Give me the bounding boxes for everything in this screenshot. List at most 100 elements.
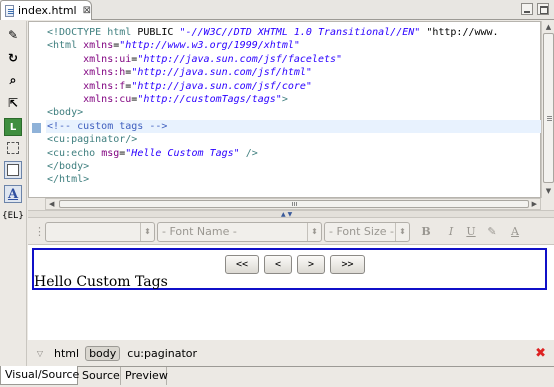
toolbar-handle-icon: ⋮ xyxy=(34,225,45,238)
html-file-icon xyxy=(5,4,14,17)
delete-element-icon[interactable]: ✖ xyxy=(535,346,546,361)
code-line[interactable]: <body> xyxy=(46,106,541,119)
code-line[interactable]: <!DOCTYPE html PUBLIC "-//W3C//DTD XHTML… xyxy=(46,26,541,39)
code-token: "http://java.sun.com/jsf/core" xyxy=(131,80,312,92)
breadcrumb-item-html[interactable]: html xyxy=(54,347,79,360)
chevron-down-icon[interactable]: ⬍ xyxy=(395,223,409,241)
scroll-right-icon[interactable]: ▶ xyxy=(532,200,537,208)
breadcrumb-item-body[interactable]: body xyxy=(85,345,121,361)
source-vertical-scrollbar[interactable]: ▲ ▼ xyxy=(541,21,554,198)
editor-tab-label: index.html xyxy=(17,4,77,17)
font-color-icon[interactable]: A xyxy=(507,224,523,240)
visual-editor[interactable]: << < > >> Hello Custom Tags xyxy=(28,244,554,340)
code-line[interactable]: <cu:paginator/> xyxy=(46,133,541,146)
code-line[interactable]: <html xmlns="http://www.w3.org/1999/xhtm… xyxy=(46,39,541,52)
code-token: xmlns:f xyxy=(83,80,126,92)
code-token: xmlns:h xyxy=(83,67,126,79)
code-line[interactable]: <!-- custom tags --> xyxy=(46,119,541,134)
tab-preview[interactable]: Preview xyxy=(121,367,168,385)
last-page-button[interactable]: >> xyxy=(330,255,365,274)
first-page-button[interactable]: << xyxy=(225,255,259,274)
code-token: <cu:paginator/> xyxy=(47,134,138,146)
code-token: /> xyxy=(239,147,258,159)
code-line[interactable]: <cu:echo msg="Helle Custom Tags" /> xyxy=(46,147,541,160)
font-name-combo[interactable]: - Font Name - ⬍ xyxy=(157,222,322,242)
tab-source[interactable]: Source xyxy=(78,367,121,385)
code-line[interactable]: xmlns:ui="http://java.sun.com/jsf/facele… xyxy=(46,53,541,66)
code-line[interactable]: xmlns:h="http://java.sun.com/jsf/html" xyxy=(46,66,541,79)
preferences-icon[interactable]: ✎ xyxy=(4,26,22,44)
code-token: <!-- custom tags --> xyxy=(47,120,168,132)
font-size-value: - Font Size - xyxy=(329,225,394,238)
code-token: "http://java.sun.com/jsf/html" xyxy=(131,67,312,79)
tab-visual-source[interactable]: Visual/Source xyxy=(0,366,79,385)
code-line[interactable]: xmlns:f="http://java.sun.com/jsf/core" xyxy=(46,80,541,93)
paginator: << < > >> xyxy=(225,255,365,274)
code-line[interactable]: </body> xyxy=(46,160,541,173)
code-token: "http://www. xyxy=(420,27,499,38)
editor-tab-bar: index.html ⊠ xyxy=(0,0,554,20)
scroll-down-icon[interactable]: ▼ xyxy=(544,187,553,195)
font-name-value: - Font Name - xyxy=(162,225,237,238)
code-line[interactable]: </html> xyxy=(46,173,541,186)
source-code[interactable]: <!DOCTYPE html PUBLIC "-//W3C//DTD XHTML… xyxy=(46,26,541,187)
code-token: <html xyxy=(47,40,84,52)
italic-button[interactable]: I xyxy=(443,224,459,240)
code-line[interactable]: xmlns:cu="http://customTags/tags"> xyxy=(46,93,541,106)
maximize-icon[interactable] xyxy=(537,3,549,15)
source-editor[interactable]: <!DOCTYPE html PUBLIC "-//W3C//DTD XHTML… xyxy=(28,21,541,198)
code-token: xmlns:cu xyxy=(83,93,132,105)
font-size-combo[interactable]: - Font Size - ⬍ xyxy=(324,222,410,242)
selected-element-box[interactable]: << < > >> Hello Custom Tags xyxy=(32,248,547,290)
code-token: "-//W3C//DTD XHTML 1.0 Transitional//EN" xyxy=(179,27,421,38)
minimize-icon[interactable] xyxy=(521,3,533,15)
breadcrumb-item-cu-paginator[interactable]: cu:paginator xyxy=(127,347,197,360)
splitter-arrows-icon[interactable]: ▲▼ xyxy=(281,211,294,218)
chevron-down-icon[interactable]: ⬍ xyxy=(140,223,154,241)
show-bundle-icon[interactable]: L xyxy=(4,118,22,136)
source-gutter xyxy=(29,22,46,197)
scroll-up-icon[interactable]: ▲ xyxy=(544,23,553,31)
code-token: <!DOCTYPE html xyxy=(47,27,138,38)
page-design-icon[interactable]: ⌕ xyxy=(4,71,22,89)
code-token: xmlns:ui xyxy=(83,53,132,65)
style-format-combo[interactable]: ⬍ xyxy=(45,222,155,242)
source-horizontal-scrollbar[interactable]: ◀ ▶ xyxy=(45,198,541,210)
el-expressions-icon[interactable]: {EL} xyxy=(2,207,24,225)
breadcrumb: ▽ html body cu:paginator ✖ xyxy=(28,342,554,364)
code-token: > xyxy=(281,93,288,105)
scroll-left-icon[interactable]: ◀ xyxy=(49,200,54,208)
pane-splitter[interactable]: ▲▼ xyxy=(28,210,554,218)
scroll-thumb[interactable] xyxy=(543,33,554,183)
bold-button[interactable]: B xyxy=(418,224,434,240)
code-token: "http://customTags/tags" xyxy=(137,93,282,105)
refresh-icon[interactable]: ↻ xyxy=(4,49,22,67)
close-tab-icon[interactable]: ⊠ xyxy=(83,5,91,16)
code-token: msg xyxy=(101,147,120,159)
show-non-visual-icon[interactable] xyxy=(4,161,22,179)
underline-button[interactable]: U xyxy=(463,224,479,240)
current-line-marker xyxy=(32,123,41,133)
previous-page-button[interactable]: < xyxy=(264,255,292,274)
breadcrumb-menu-icon[interactable]: ▽ xyxy=(33,349,47,358)
code-token: <body> xyxy=(47,107,84,119)
text-formatting-icon[interactable]: A xyxy=(4,185,22,203)
code-token: <cu:echo xyxy=(47,147,102,159)
show-borders-icon[interactable] xyxy=(4,139,22,157)
editor-mode-tabs: Visual/Source Source Preview xyxy=(0,366,554,387)
highlight-icon[interactable]: ✎ xyxy=(484,224,500,240)
vpe-left-toolbar: ✎ ↻ ⌕ ⇱ L A {EL} xyxy=(0,21,27,366)
code-token: PUBLIC xyxy=(137,27,180,38)
echo-text: Hello Custom Tags xyxy=(34,274,168,290)
code-token: "Helle Custom Tags" xyxy=(125,147,240,159)
next-page-button[interactable]: > xyxy=(297,255,325,274)
external-css-icon[interactable]: ⇱ xyxy=(4,94,22,112)
chevron-down-icon[interactable]: ⬍ xyxy=(307,223,321,241)
hscroll-thumb[interactable] xyxy=(59,200,529,208)
code-token: "http://www.w3.org/1999/xhtml" xyxy=(119,40,300,52)
editor-tab-index-html[interactable]: index.html ⊠ xyxy=(0,0,92,20)
